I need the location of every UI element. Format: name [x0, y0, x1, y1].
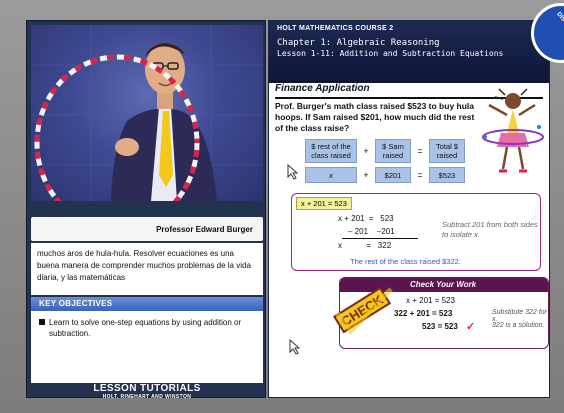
work-note: Subtract 201 from both sides to isolate …	[442, 220, 538, 239]
work-step-2: – 201 –201	[348, 227, 395, 236]
chapter-title: Chapter 1: Algebraic Reasoning	[277, 38, 440, 48]
objective-text: Learn to solve one-step equations by usi…	[49, 318, 242, 338]
equation-label: x + 201 = 523	[296, 197, 352, 210]
objective-item: Learn to solve one-step equations by usi…	[39, 317, 255, 339]
logo-publisher: HOLT, RINEHART AND WINSTON	[102, 394, 192, 400]
video-subtitle: muchos aros de hula-hula. Resolver ecuac…	[31, 243, 263, 295]
bullet-icon	[39, 319, 45, 325]
video-panel: Professor Edward Burger muchos aros de h…	[26, 20, 266, 400]
value-sam: $201	[375, 167, 411, 183]
objectives-header: KEY OBJECTIVES	[31, 297, 263, 311]
check-step-2: 322 + 201 = 523	[394, 309, 453, 318]
check-stamp-icon: CHECK	[332, 286, 393, 335]
work-rule	[342, 238, 418, 239]
work-step-3: x = 322	[338, 241, 392, 250]
solution-work-box: x + 201 = 523 x + 201 = 523 – 201 –201 x…	[291, 193, 541, 271]
value-total: $523	[429, 167, 465, 183]
label-sam: $ Sam raised	[375, 139, 411, 163]
hula-dancer-illustration	[482, 88, 544, 173]
check-step-3: 523 = 523	[422, 322, 458, 331]
check-note-2: 322 is a solution.	[492, 322, 545, 329]
label-total: Total $ raised	[429, 139, 465, 163]
label-rest: $ rest of the class raised	[305, 139, 357, 163]
check-step-1: x + 201 = 523	[406, 296, 455, 305]
checkmark-icon: ✓	[466, 321, 476, 333]
objectives-list: Learn to solve one-step equations by usi…	[31, 311, 263, 383]
check-note-1: Substitute 322 for x.	[492, 309, 547, 323]
presenter-caption: Professor Edward Burger	[31, 217, 263, 241]
mouse-pointer-icon	[289, 339, 301, 355]
problem-statement: Prof. Burger's math class raised $523 to…	[275, 101, 475, 133]
logo-title: LESSON TUTORIALS	[93, 383, 201, 394]
lesson-tutorials-logo: LESSON TUTORIALS HOLT, RINEHART AND WINS…	[31, 383, 263, 400]
mouse-pointer-icon	[287, 164, 299, 180]
bar-model-values: x + $201 = $523	[305, 167, 465, 183]
plus-sign: +	[363, 146, 369, 156]
presenter-illustration	[31, 25, 263, 201]
course-title: HOLT MATHEMATICS COURSE 2	[277, 25, 394, 32]
section-title: Finance Application	[275, 83, 370, 94]
work-step-1: x + 201 = 523	[338, 214, 394, 223]
equals-sign: =	[417, 170, 423, 180]
plus-sign: +	[363, 170, 369, 180]
lesson-header: HOLT MATHEMATICS COURSE 2 Chapter 1: Alg…	[269, 21, 549, 83]
lesson-title: Lesson 1-11: Addition and Subtraction Eq…	[277, 49, 504, 58]
bar-model-labels: $ rest of the class raised + $ Sam raise…	[305, 139, 465, 163]
lesson-panel: HOLT MATHEMATICS COURSE 2 Chapter 1: Alg…	[268, 0, 564, 398]
lecture-video[interactable]	[31, 25, 263, 201]
equals-sign: =	[417, 146, 423, 156]
work-result: The rest of the class raised $322.	[350, 257, 461, 266]
app-frame: Professor Edward Burger muchos aros de h…	[0, 0, 564, 413]
value-x: x	[305, 167, 357, 183]
